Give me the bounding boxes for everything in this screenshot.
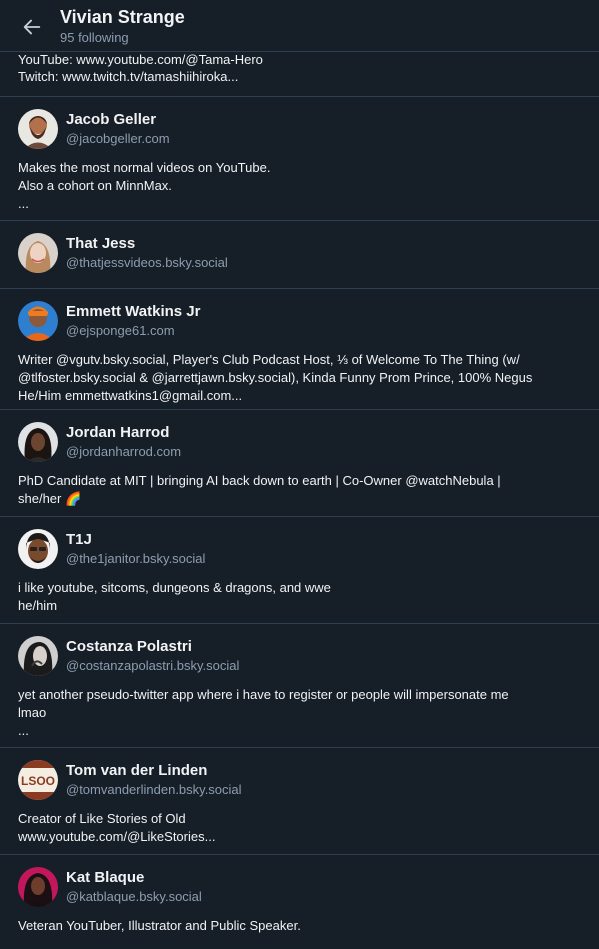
account-handle: @jacobgeller.com	[66, 131, 170, 146]
page-title: Vivian Strange	[60, 7, 185, 27]
list-item[interactable]: Emmett Watkins Jr @ejsponge61.com Writer…	[0, 289, 599, 410]
avatar[interactable]	[18, 636, 58, 676]
account-bio: Writer @vgutv.bsky.social, Player's Club…	[18, 351, 583, 405]
following-screen: Vivian Strange 95 following YouTube: www…	[0, 0, 599, 949]
bio-line: lmao	[18, 705, 47, 720]
bio-line: yet another pseudo-twitter app where i h…	[18, 687, 509, 702]
account-name: Tom van der Linden	[66, 762, 208, 779]
bio-line: Writer @vgutv.bsky.social, Player's Club…	[18, 352, 520, 367]
account-name: That Jess	[66, 235, 136, 252]
account-bio: Creator of Like Stories of Old www.youtu…	[18, 810, 583, 846]
account-name: Jacob Geller	[66, 111, 157, 128]
avatar[interactable]	[18, 422, 58, 462]
account-bio: PhD Candidate at MIT | bringing AI back …	[18, 472, 583, 508]
list-item[interactable]: LSOO Tom van der Linden @tomvanderlinden…	[0, 748, 599, 855]
account-handle: @costanzapolastri.bsky.social	[66, 658, 240, 673]
account-bio: i like youtube, sitcoms, dungeons & drag…	[18, 579, 583, 615]
account-handle: @ejsponge61.com	[66, 323, 175, 338]
account-handle: @tomvanderlinden.bsky.social	[66, 782, 242, 797]
list-item[interactable]: T1J @the1janitor.bsky.social i like yout…	[0, 517, 599, 624]
following-count: 95 following	[60, 30, 129, 45]
account-name: T1J	[66, 531, 92, 548]
avatar[interactable]	[18, 233, 58, 273]
list-item[interactable]: Costanza Polastri @costanzapolastri.bsky…	[0, 624, 599, 748]
bio-line: Twitch: www.twitch.tv/tamashiihiroka...	[18, 69, 239, 84]
list-item[interactable]: Jacob Geller @jacobgeller.com Makes the …	[0, 97, 599, 221]
bio-line: Creator of Like Stories of Old	[18, 811, 186, 826]
account-name: Costanza Polastri	[66, 638, 192, 655]
bio-line: He/Him emmettwatkins1@gmail.com...	[18, 388, 243, 403]
bio-line: YouTube: www.youtube.com/@Tama-Hero	[18, 52, 263, 67]
bio-line: www.youtube.com/@LikeStories...	[18, 829, 216, 844]
avatar[interactable]	[18, 109, 58, 149]
account-bio: yet another pseudo-twitter app where i h…	[18, 686, 583, 740]
bio-line: @tlfoster.bsky.social & @jarrettjawn.bsk…	[18, 370, 533, 385]
account-name: Emmett Watkins Jr	[66, 303, 201, 320]
avatar[interactable]	[18, 529, 58, 569]
account-handle: @thatjessvideos.bsky.social	[66, 255, 228, 270]
bio-line: Also a cohort on MinnMax.	[18, 178, 172, 193]
bio-line: i like youtube, sitcoms, dungeons & drag…	[18, 580, 331, 595]
bio-line: ...	[18, 723, 29, 738]
bio-line: Makes the most normal videos on YouTube.	[18, 160, 271, 175]
svg-text:LSOO: LSOO	[21, 774, 55, 788]
account-name: Jordan Harrod	[66, 424, 170, 441]
account-name: Kat Blaque	[66, 869, 145, 886]
account-handle: @katblaque.bsky.social	[66, 889, 202, 904]
list-item[interactable]: That Jess @thatjessvideos.bsky.social	[0, 221, 599, 289]
header: Vivian Strange 95 following	[0, 0, 599, 52]
account-bio: Makes the most normal videos on YouTube.…	[18, 159, 583, 213]
account-handle: @the1janitor.bsky.social	[66, 551, 206, 566]
bio-line: she/her 🌈	[18, 491, 82, 506]
bio-line: ...	[18, 196, 29, 211]
account-bio: Veteran YouTuber, Illustrator and Public…	[18, 917, 583, 935]
list-item-partial[interactable]: YouTube: www.youtube.com/@Tama-Hero Twit…	[0, 52, 599, 97]
arrow-left-icon	[23, 19, 41, 35]
bio-line: PhD Candidate at MIT | bringing AI back …	[18, 473, 501, 488]
list-item[interactable]: Jordan Harrod @jordanharrod.com PhD Cand…	[0, 410, 599, 517]
back-button[interactable]	[18, 13, 46, 41]
avatar[interactable]: LSOO	[18, 760, 58, 800]
bio-line: Veteran YouTuber, Illustrator and Public…	[18, 918, 301, 933]
bio-line: he/him	[18, 598, 58, 613]
avatar[interactable]	[18, 301, 58, 341]
list-item[interactable]: Kat Blaque @katblaque.bsky.social Vetera…	[0, 855, 599, 949]
account-handle: @jordanharrod.com	[66, 444, 182, 459]
avatar[interactable]	[18, 867, 58, 907]
